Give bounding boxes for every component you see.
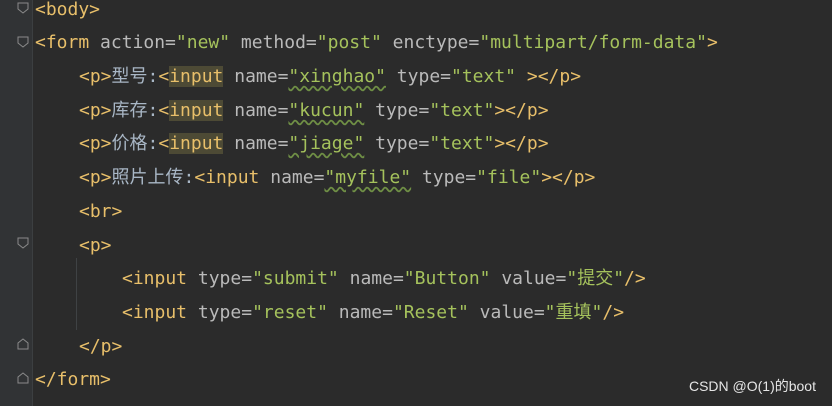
watermark: CSDN @O(1)的boot	[688, 378, 816, 394]
code-line-12[interactable]: </form>	[35, 363, 111, 396]
indent-guide	[76, 258, 77, 330]
code-line-7[interactable]: <br>	[79, 195, 122, 228]
fold-marker-icon[interactable]	[17, 372, 29, 384]
code-line-5[interactable]: <p>价格:<input name="jiage" type="text"></…	[79, 127, 549, 160]
code-line-3[interactable]: <p>型号:<input name="xinghao" type="text" …	[79, 60, 581, 93]
code-line-9[interactable]: <input type="submit" name="Button" value…	[122, 262, 646, 295]
code-line-10[interactable]: <input type="reset" name="Reset" value="…	[122, 296, 624, 329]
code-line-2[interactable]: <form action="new" method="post" enctype…	[35, 26, 718, 59]
code-line-8[interactable]: <p>	[79, 229, 112, 262]
code-line-1[interactable]: <body>	[35, 0, 100, 26]
fold-marker-icon[interactable]	[17, 338, 29, 350]
fold-marker-icon[interactable]	[17, 237, 29, 249]
code-line-6[interactable]: <p>照片上传:<input name="myfile" type="file"…	[79, 161, 595, 194]
code-line-11[interactable]: </p>	[79, 330, 122, 363]
editor-gutter	[0, 0, 33, 406]
fold-marker-icon[interactable]	[17, 2, 29, 14]
fold-marker-icon[interactable]	[17, 36, 29, 48]
code-line-4[interactable]: <p>库存:<input name="kucun" type="text"></…	[79, 94, 549, 127]
